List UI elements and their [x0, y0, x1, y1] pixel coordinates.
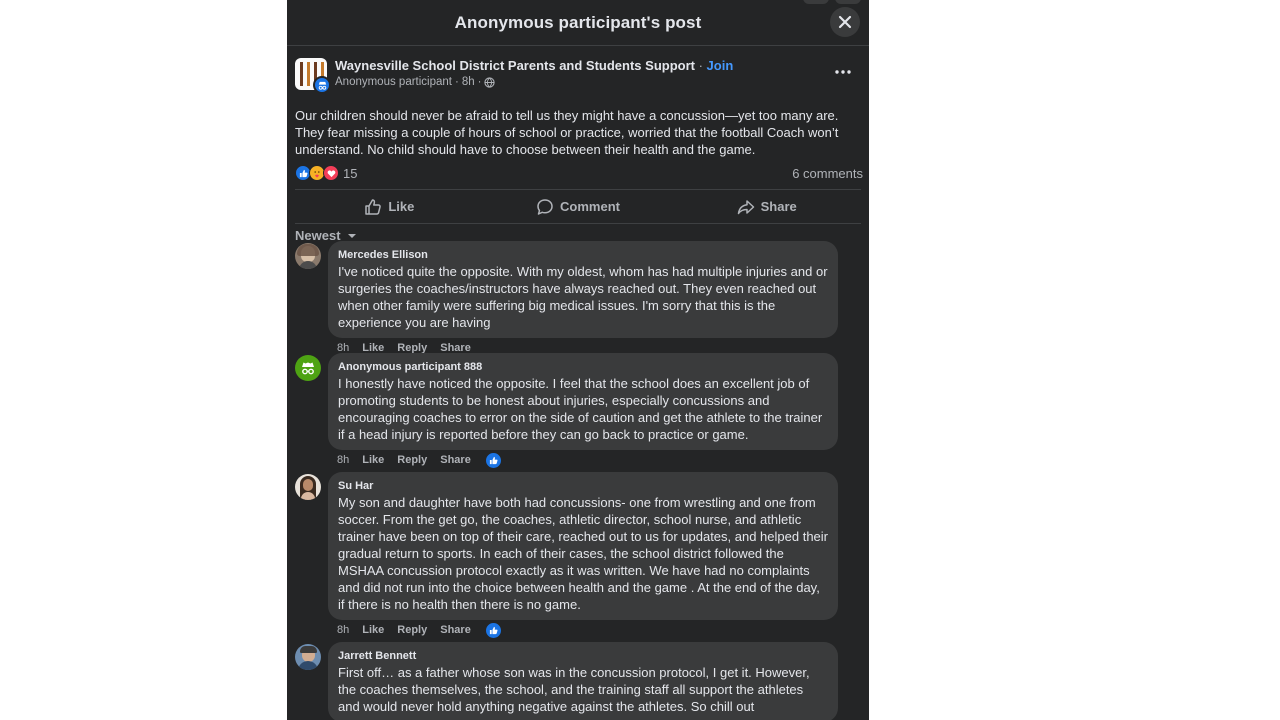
dialog-header: Anonymous participant's post	[287, 0, 869, 46]
avatar[interactable]	[295, 243, 321, 269]
comment-item: Jarrett Bennett First off… as a father w…	[295, 642, 838, 720]
comments-count-link[interactable]: 6 comments	[792, 166, 863, 181]
group-avatar[interactable]	[295, 58, 331, 94]
comment-like-reaction-icon[interactable]	[485, 452, 501, 468]
post-action-bar: Like Comment Share	[295, 189, 861, 224]
reactions-summary: 15 6 comments	[295, 162, 863, 184]
like-button[interactable]: Like	[295, 190, 484, 223]
comment-text: My son and daughter have both had concus…	[338, 495, 828, 612]
post-header: Waynesville School District Parents and …	[295, 58, 861, 94]
caret-down-icon	[347, 234, 356, 238]
comment-bubble: Su Har My son and daughter have both had…	[328, 472, 838, 620]
comment-bubble: Jarrett Bennett First off… as a father w…	[328, 642, 838, 720]
meta-dot: ·	[454, 76, 459, 88]
comment-like-button[interactable]: Like	[362, 624, 384, 636]
comment-actions: 8h Like Reply Share	[328, 622, 838, 638]
anonymous-badge-icon	[313, 76, 331, 94]
more-options-icon	[835, 70, 851, 74]
comment-text: I've noticed quite the opposite. With my…	[338, 264, 828, 330]
group-name-link[interactable]: Waynesville School District Parents and …	[335, 58, 695, 73]
avatar[interactable]	[295, 644, 321, 670]
more-options-button[interactable]	[829, 64, 857, 80]
post-meta: Anonymous participant · 8h ·	[335, 76, 733, 88]
post-author: Anonymous participant	[335, 76, 452, 88]
comment-bubble: Mercedes Ellison I've noticed quite the …	[328, 241, 838, 338]
comment-author[interactable]: Anonymous participant 888	[338, 361, 828, 374]
comment-like-reaction-icon[interactable]	[485, 622, 501, 638]
anonymous-avatar-icon	[302, 362, 314, 375]
comment-text: I honestly have noticed the opposite. I …	[338, 376, 823, 442]
comment-bubble-icon	[537, 198, 553, 215]
comment-share-button[interactable]: Share	[440, 624, 471, 636]
comment-item: Mercedes Ellison I've noticed quite the …	[295, 241, 838, 355]
thumbs-up-icon	[365, 198, 382, 215]
separator: ·	[694, 58, 707, 73]
close-icon	[838, 15, 852, 29]
globe-icon	[484, 76, 496, 88]
comment-author[interactable]: Su Har	[338, 480, 828, 493]
comment-author[interactable]: Mercedes Ellison	[338, 249, 828, 262]
meta-dot-2: ·	[477, 76, 482, 88]
comment-time[interactable]: 8h	[337, 454, 349, 466]
avatar[interactable]	[295, 355, 321, 381]
comment-text: First off… as a father whose son was in …	[338, 665, 810, 714]
comment-actions: 8h Like Reply Share	[328, 452, 838, 468]
comment-button[interactable]: Comment	[484, 190, 673, 223]
post: Waynesville School District Parents and …	[287, 46, 869, 243]
reaction-count[interactable]: 15	[343, 166, 357, 181]
close-button[interactable]	[830, 7, 860, 37]
comment-like-button[interactable]: Like	[362, 454, 384, 466]
comment-reply-button[interactable]: Reply	[397, 454, 427, 466]
comment-bubble: Anonymous participant 888 I honestly hav…	[328, 353, 838, 450]
reaction-icons[interactable]: 15	[295, 165, 357, 181]
post-dialog: Anonymous participant's post Waynesville…	[287, 0, 869, 720]
love-reaction-icon	[323, 165, 339, 181]
post-text: Our children should never be afraid to t…	[295, 108, 839, 157]
dialog-title: Anonymous participant's post	[454, 12, 702, 32]
avatar[interactable]	[295, 474, 321, 500]
comment-time[interactable]: 8h	[337, 624, 349, 636]
join-link[interactable]: Join	[707, 58, 734, 73]
comment-item: Anonymous participant 888 I honestly hav…	[295, 353, 838, 468]
comment-item: Su Har My son and daughter have both had…	[295, 472, 838, 638]
window-controls	[803, 0, 861, 4]
comment-share-button[interactable]: Share	[440, 454, 471, 466]
share-button[interactable]: Share	[672, 190, 861, 223]
share-label: Share	[760, 199, 797, 214]
like-label: Like	[388, 199, 415, 214]
comment-author[interactable]: Jarrett Bennett	[338, 650, 828, 663]
comment-label: Comment	[560, 199, 620, 214]
comment-reply-button[interactable]: Reply	[397, 624, 427, 636]
post-time[interactable]: 8h	[462, 76, 475, 88]
share-arrow-icon	[737, 199, 754, 214]
